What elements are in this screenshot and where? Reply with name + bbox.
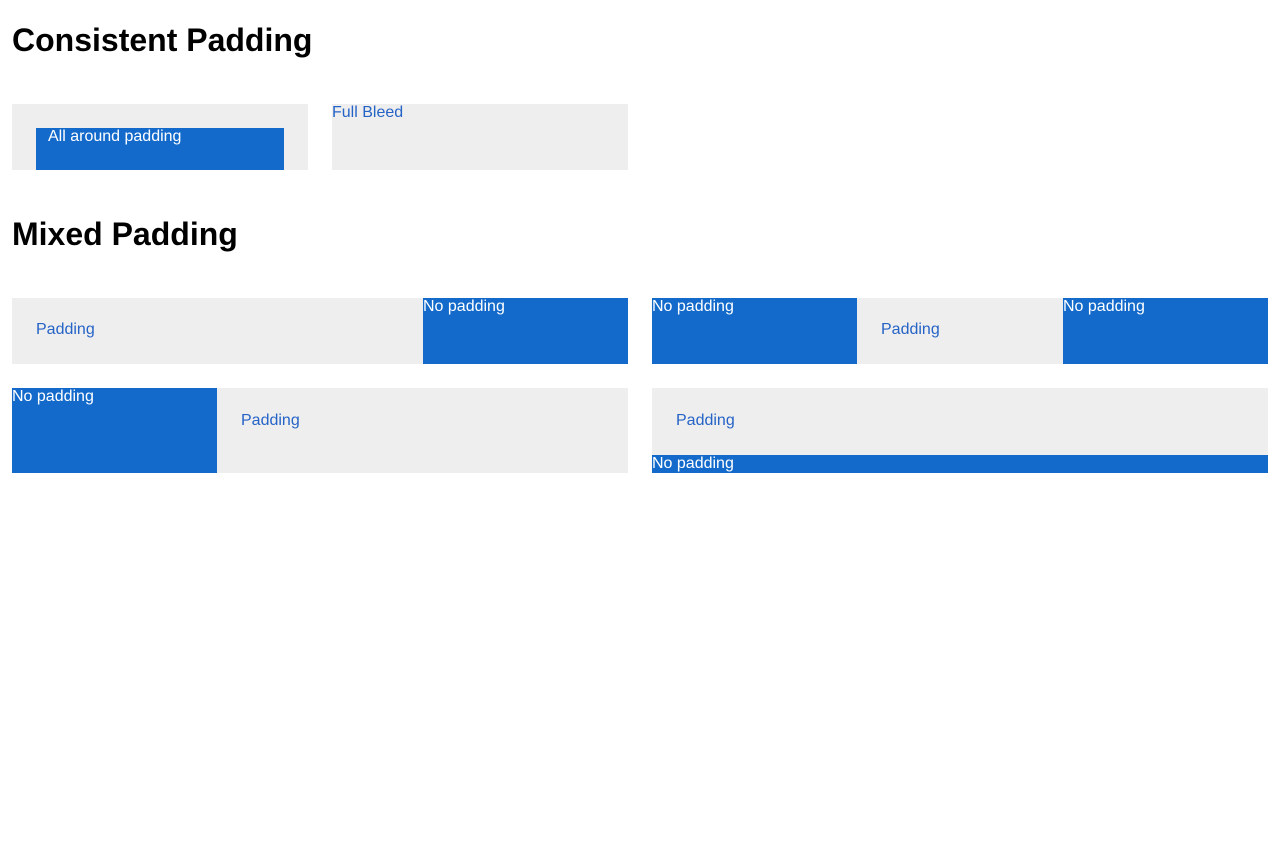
mixed-card-row2-right: Padding No padding (652, 388, 1268, 473)
mixed-card-row2-left: No padding Padding (12, 388, 628, 473)
consistent-padding-heading: Consistent Padding (12, 22, 313, 58)
no-padding-block: No padding (652, 455, 1268, 473)
no-padding-block: No padding (423, 298, 628, 364)
page: Consistent Padding All around padding Fu… (0, 0, 1280, 859)
no-padding-label: No padding (652, 298, 734, 315)
padding-label: Padding (881, 321, 940, 338)
mixed-card-row1-right: No padding Padding No padding (652, 298, 1268, 364)
no-padding-block-right: No padding (1063, 298, 1268, 364)
no-padding-block: No padding (12, 388, 217, 473)
all-around-padding-inner: All around padding (36, 128, 284, 170)
no-padding-label: No padding (12, 388, 94, 405)
mixed-card-row1-left: Padding No padding (12, 298, 628, 364)
no-padding-label: No padding (1063, 298, 1145, 315)
no-padding-block-left: No padding (652, 298, 857, 364)
all-around-padding-label: All around padding (48, 128, 182, 145)
full-bleed-label: Full Bleed (332, 104, 404, 121)
no-padding-label: No padding (423, 298, 505, 315)
padding-label: Padding (241, 412, 300, 429)
all-around-padding-card: All around padding (12, 104, 308, 170)
full-bleed-card: Full Bleed (332, 104, 628, 170)
mixed-padding-heading: Mixed Padding (12, 216, 238, 252)
padding-label: Padding (36, 321, 95, 338)
no-padding-label: No padding (652, 455, 734, 472)
padding-label: Padding (676, 412, 735, 429)
